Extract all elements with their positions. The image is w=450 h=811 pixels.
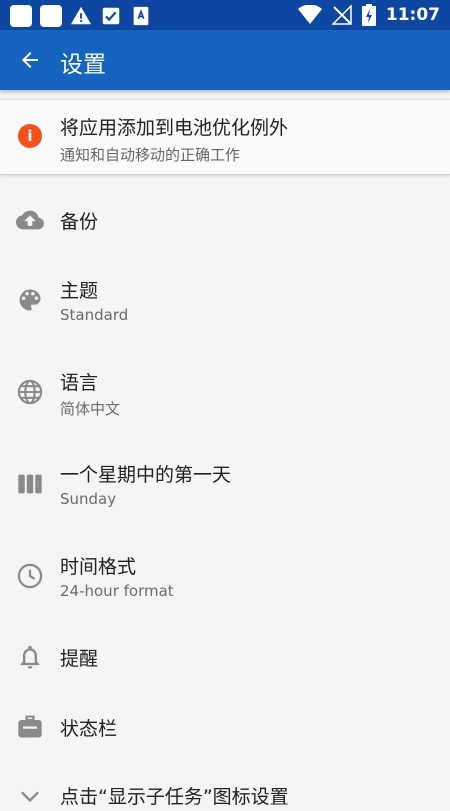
settings-item-status-bar[interactable]: 状态栏 bbox=[0, 698, 450, 756]
settings-item-title: 时间格式 bbox=[60, 556, 137, 578]
settings-item-title: 一个星期中的第一天 bbox=[60, 464, 232, 486]
clock-time: 11:07 bbox=[385, 5, 440, 25]
notification-icon bbox=[10, 5, 32, 27]
globe-icon bbox=[17, 379, 43, 405]
card-subtitle: 通知和自动移动的正确工作 bbox=[60, 146, 241, 164]
page-title: 设置 bbox=[60, 52, 106, 78]
view-week-icon bbox=[18, 474, 42, 494]
settings-item-title: 语言 bbox=[60, 372, 99, 394]
settings-item-time-format[interactable]: 时间格式 24-hour format bbox=[0, 536, 450, 618]
status-bar: 11:07 bbox=[0, 0, 450, 30]
settings-item-title: 状态栏 bbox=[60, 718, 118, 740]
toolbox-icon bbox=[18, 715, 42, 738]
settings-item-value: 24-hour format bbox=[60, 582, 174, 600]
battery-optimization-card[interactable]: i 将应用添加到电池优化例外 通知和自动移动的正确工作 bbox=[0, 99, 450, 175]
cloud-upload-icon bbox=[16, 210, 44, 230]
back-arrow-icon[interactable] bbox=[18, 48, 42, 72]
bell-icon bbox=[20, 645, 40, 669]
chevron-down-icon bbox=[21, 791, 39, 803]
settings-item-value: Sunday bbox=[60, 490, 117, 508]
settings-item-first-day[interactable]: 一个星期中的第一天 Sunday bbox=[0, 444, 450, 526]
settings-item-reminders[interactable]: 提醒 bbox=[0, 628, 450, 686]
warning-icon bbox=[70, 6, 92, 25]
settings-item-theme[interactable]: 主题 Standard bbox=[0, 260, 450, 342]
notification-icons bbox=[10, 5, 152, 27]
settings-item-title: 提醒 bbox=[60, 648, 99, 670]
settings-item-language[interactable]: 语言 简体中文 bbox=[0, 352, 450, 434]
settings-item-value: 简体中文 bbox=[60, 400, 121, 418]
battery-charging-icon bbox=[361, 4, 376, 26]
clock-icon bbox=[17, 563, 43, 589]
notification-icon bbox=[40, 5, 62, 27]
system-icons: 11:07 bbox=[297, 4, 440, 26]
app-bar: 设置 bbox=[0, 30, 450, 90]
settings-item-backup[interactable]: 备份 bbox=[0, 190, 450, 250]
settings-item-value: Standard bbox=[60, 306, 129, 324]
settings-item-title: 主题 bbox=[60, 280, 99, 302]
checkbox-icon bbox=[102, 7, 120, 25]
card-title: 将应用添加到电池优化例外 bbox=[60, 117, 289, 139]
font-icon bbox=[133, 6, 149, 26]
settings-item-title: 点击“显示子任务”图标设置 bbox=[60, 786, 289, 808]
palette-icon bbox=[19, 289, 41, 311]
wifi-icon bbox=[297, 5, 322, 24]
info-icon: i bbox=[18, 124, 42, 148]
no-signal-icon bbox=[331, 5, 352, 25]
settings-item-subtask-icon[interactable]: 点击“显示子任务”图标设置 bbox=[0, 770, 450, 810]
settings-item-title: 备份 bbox=[60, 211, 99, 233]
